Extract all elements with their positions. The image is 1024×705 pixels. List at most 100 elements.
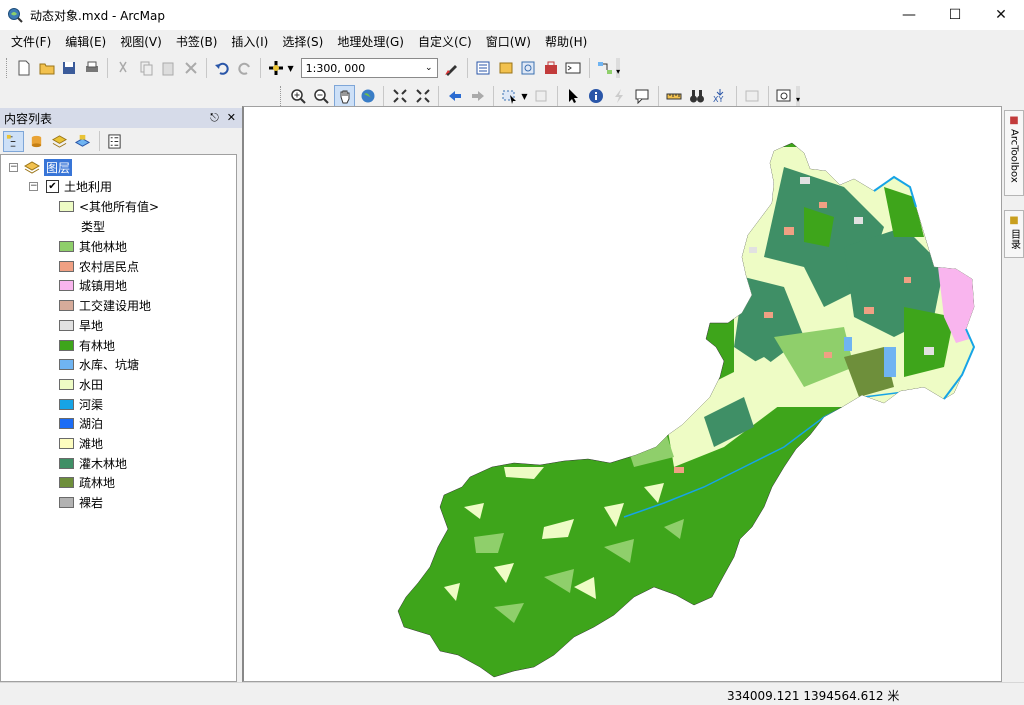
pin-icon[interactable]: ⎋	[210, 111, 219, 125]
legend-row[interactable]: 农村居民点	[59, 257, 139, 276]
toolbar-overflow-icon[interactable]: ▾	[795, 86, 800, 106]
paste-button[interactable]	[158, 57, 179, 79]
go-to-xy-button[interactable]: XY	[710, 85, 731, 107]
list-by-selection-button[interactable]	[72, 131, 93, 152]
delete-button[interactable]	[180, 57, 201, 79]
table-of-contents-button[interactable]	[473, 57, 494, 79]
map-canvas[interactable]	[244, 107, 1002, 682]
legend-label: 水田	[79, 377, 104, 392]
toolbar-grip[interactable]	[280, 86, 284, 106]
add-data-button[interactable]	[266, 57, 287, 79]
python-window-button[interactable]	[563, 57, 584, 79]
hyperlink-button[interactable]	[609, 85, 630, 107]
collapse-icon[interactable]: −	[9, 163, 18, 172]
legend-row[interactable]: 旱地	[59, 316, 103, 335]
globe-icon	[361, 89, 375, 103]
arcmap-app-icon	[8, 8, 23, 23]
menu-customize[interactable]: 自定义(C)	[411, 31, 479, 53]
list-by-drawing-order-button[interactable]	[3, 130, 24, 152]
redo-button[interactable]	[234, 57, 255, 79]
close-icon[interactable]: ✕	[227, 111, 236, 125]
editor-toolbar-button[interactable]	[442, 57, 463, 79]
menu-view[interactable]: 视图(V)	[113, 31, 169, 53]
collapse-icon[interactable]: −	[29, 182, 38, 191]
toolbar-overflow-icon[interactable]: ▾	[616, 58, 621, 78]
legend-row[interactable]: 城镇用地	[59, 276, 127, 295]
go-back-button[interactable]	[444, 85, 465, 107]
legend-row[interactable]: 湖泊	[59, 414, 103, 433]
zoom-out-icon	[314, 89, 330, 104]
menu-file[interactable]: 文件(F)	[4, 31, 58, 53]
legend-row[interactable]: 其他林地	[59, 237, 127, 256]
legend-row[interactable]: 灌木林地	[59, 454, 127, 473]
find-button[interactable]	[687, 85, 708, 107]
legend-row[interactable]: 水库、坑塘	[59, 355, 139, 374]
legend-row[interactable]: 有林地	[59, 336, 115, 355]
menu-windows[interactable]: 窗口(W)	[479, 31, 538, 53]
standard-toolbar: ▼ 1:300, 000 ⌄ ▾	[0, 54, 621, 82]
toolbar-grip[interactable]	[6, 58, 10, 78]
new-document-button[interactable]	[14, 57, 35, 79]
add-data-dropdown-icon[interactable]: ▼	[287, 64, 293, 73]
arctoolbox-window-button[interactable]	[541, 57, 562, 79]
legend-row[interactable]: 工交建设用地	[59, 296, 151, 315]
legend-row[interactable]: 疏林地	[59, 473, 115, 492]
list-by-visibility-button[interactable]	[49, 131, 70, 152]
field-heading: 类型	[81, 220, 106, 234]
menu-bookmarks[interactable]: 书签(B)	[169, 31, 225, 53]
time-slider-icon	[745, 90, 759, 102]
save-button[interactable]	[59, 57, 80, 79]
cut-button[interactable]	[113, 57, 134, 79]
zoom-in-button[interactable]	[288, 85, 309, 107]
create-viewer-button[interactable]	[774, 85, 795, 107]
menu-insert[interactable]: 插入(I)	[224, 31, 275, 53]
menu-edit[interactable]: 编辑(E)	[58, 31, 113, 53]
delete-icon	[185, 62, 197, 74]
minimize-button[interactable]: —	[886, 0, 932, 30]
fixed-zoom-in-button[interactable]	[389, 85, 410, 107]
search-window-button[interactable]	[518, 57, 539, 79]
html-popup-button[interactable]	[632, 85, 653, 107]
close-button[interactable]: ✕	[978, 0, 1024, 30]
layer-visibility-checkbox[interactable]: ✔	[46, 180, 59, 193]
fixed-zoom-out-button[interactable]	[412, 85, 433, 107]
copy-button[interactable]	[135, 57, 156, 79]
menu-selection[interactable]: 选择(S)	[275, 31, 330, 53]
clear-selection-button[interactable]	[531, 85, 552, 107]
open-button[interactable]	[36, 57, 57, 79]
land-use-layer[interactable]	[397, 142, 994, 678]
print-button[interactable]	[81, 57, 102, 79]
print-icon	[85, 61, 98, 72]
layer-tree: − 图层 − ✔ 土地利用 <其他所有值> 类型 其他林地 农村居民点 城镇用地 工交…	[0, 154, 237, 682]
python-icon	[565, 62, 581, 74]
menu-geoprocessing[interactable]: 地理处理(G)	[330, 31, 411, 53]
toc-options-button[interactable]	[104, 131, 125, 152]
select-features-button[interactable]	[499, 85, 520, 107]
legend-row[interactable]: 河渠	[59, 395, 103, 414]
legend-row[interactable]: 裸岩	[59, 493, 103, 512]
undo-button[interactable]	[212, 57, 233, 79]
map-display[interactable]	[242, 106, 1002, 682]
select-elements-button[interactable]	[563, 85, 584, 107]
maximize-button[interactable]: ☐	[932, 0, 978, 30]
catalog-window-button[interactable]	[496, 57, 517, 79]
layers-root-row[interactable]: − 图层	[9, 158, 73, 177]
time-slider-button[interactable]	[742, 85, 763, 107]
legend-row-other-values[interactable]: <其他所有值>	[59, 197, 159, 216]
legend-row[interactable]: 滩地	[59, 434, 103, 453]
zoom-out-button[interactable]	[311, 85, 332, 107]
identify-button[interactable]	[586, 85, 607, 107]
go-forward-button[interactable]	[467, 85, 488, 107]
full-extent-button[interactable]	[357, 85, 378, 107]
pan-button[interactable]	[334, 85, 356, 107]
measure-button[interactable]	[664, 85, 685, 107]
legend-row[interactable]: 水田	[59, 375, 103, 394]
list-by-source-button[interactable]	[26, 131, 47, 152]
layer-row-land-use[interactable]: − ✔ 土地利用	[29, 177, 112, 196]
modelbuilder-button[interactable]	[595, 57, 616, 79]
arctoolbox-tab[interactable]: ■ ArcToolbox	[1004, 110, 1024, 196]
map-scale-combobox[interactable]: 1:300, 000 ⌄	[300, 58, 438, 78]
menu-help[interactable]: 帮助(H)	[538, 31, 594, 53]
catalog-tab[interactable]: ■ 目录	[1004, 210, 1024, 258]
select-dropdown-icon[interactable]: ▼	[521, 92, 527, 101]
